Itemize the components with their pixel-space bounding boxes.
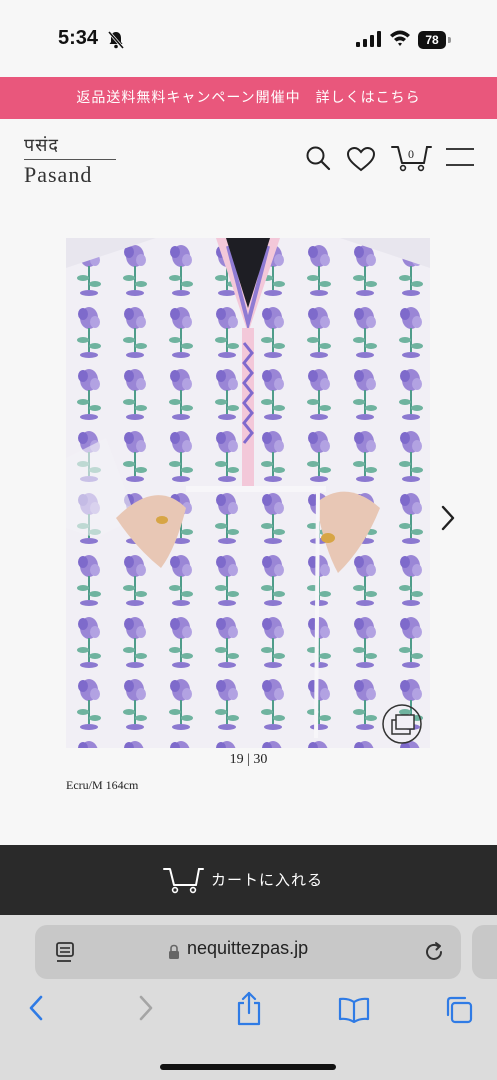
share-icon[interactable] [235,991,263,1027]
cellular-signal-icon [356,31,381,47]
cart-icon[interactable]: 0 [390,143,432,173]
add-to-cart-button[interactable]: カートに入れる [0,845,497,915]
logo-divider [24,159,116,160]
heart-icon[interactable] [346,146,376,172]
battery-cap [448,37,451,43]
bell-muted-icon [108,31,124,49]
next-tab-peek[interactable] [472,925,497,979]
hamburger-menu-icon[interactable] [446,147,474,167]
page-menu-icon[interactable] [55,941,77,965]
promo-banner[interactable]: 返品送料無料キャンペーン開催中 詳しくはこちら [0,77,497,119]
site-header: पसंद Pasand 0 [0,119,497,199]
back-icon[interactable] [26,993,48,1023]
wifi-icon [390,30,410,46]
browser-chrome: nequittezpas.jp [0,915,497,1080]
search-icon[interactable] [305,145,331,171]
tabs-icon[interactable] [444,995,474,1025]
site-logo[interactable]: पसंद Pasand [24,133,120,187]
dress-photo [66,238,430,748]
cart-icon [163,868,204,894]
cart-count: 0 [408,147,414,161]
status-bar: 5:34 78 [0,0,497,77]
reload-icon[interactable] [423,941,445,963]
logo-devanagari: पसंद [24,135,59,156]
add-to-cart-label: カートに入れる [211,871,324,889]
image-counter: 19 | 30 [229,752,268,767]
forward-icon[interactable] [134,993,156,1023]
image-caption: Ecru/M 164cm [66,778,139,792]
battery-indicator: 78 [418,31,446,49]
home-indicator [160,1064,336,1070]
url-text: nequittezpas.jp [187,938,309,958]
lock-icon [169,944,179,959]
logo-latin: Pasand [24,162,93,187]
bookmarks-icon[interactable] [338,997,370,1023]
next-image-arrow-icon[interactable] [438,503,458,533]
product-image[interactable] [66,238,430,748]
address-bar[interactable]: nequittezpas.jp [35,925,461,979]
status-time: 5:34 [58,27,99,49]
